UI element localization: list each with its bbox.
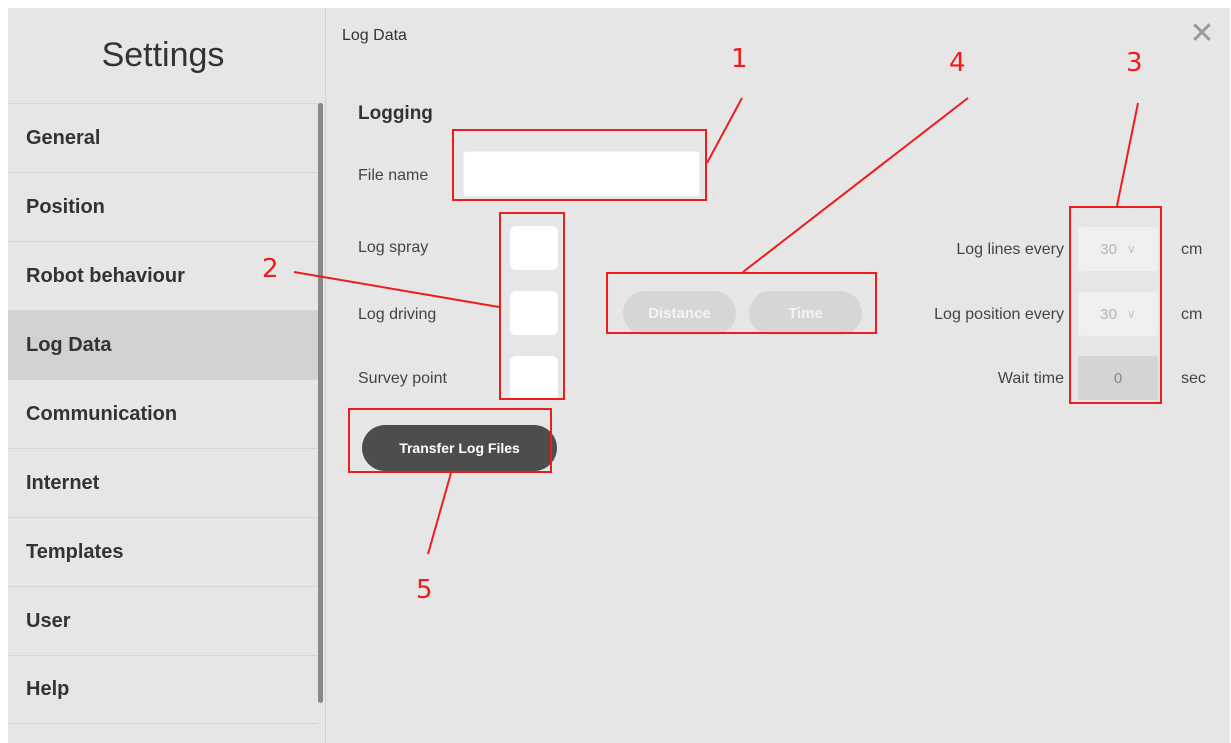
sidebar: Settings General Position Robot behaviou… — [8, 8, 326, 743]
settings-window: Settings General Position Robot behaviou… — [8, 8, 1230, 743]
sidebar-item-log-data[interactable]: Log Data — [8, 310, 318, 379]
annotation-box-1 — [452, 129, 707, 201]
annotation-number-5: 5 — [416, 575, 433, 605]
log-position-unit: cm — [1181, 306, 1203, 323]
annotation-box-3 — [1069, 206, 1162, 404]
sidebar-title: Settings — [101, 36, 225, 74]
file-name-label: File name — [358, 167, 429, 184]
sidebar-item-templates[interactable]: Templates — [8, 517, 318, 586]
survey-point-label: Survey point — [358, 370, 447, 387]
log-lines-every-label: Log lines every — [956, 241, 1064, 258]
annotation-number-4: 4 — [949, 48, 966, 78]
close-icon[interactable]: ✕ — [1188, 19, 1216, 49]
sidebar-item-help[interactable]: Help — [8, 655, 318, 724]
sidebar-scrollbar[interactable] — [318, 103, 323, 703]
annotation-number-1: 1 — [731, 44, 748, 74]
sidebar-item-communication[interactable]: Communication — [8, 379, 318, 448]
sidebar-item-internet[interactable]: Internet — [8, 448, 318, 517]
sidebar-item-user[interactable]: User — [8, 586, 318, 655]
wait-time-label: Wait time — [997, 370, 1064, 387]
annotation-box-4 — [606, 272, 877, 334]
wait-time-unit: sec — [1181, 370, 1206, 387]
breadcrumb: Log Data — [342, 27, 407, 44]
annotation-box-2 — [499, 212, 565, 400]
annotation-number-2: 2 — [262, 254, 279, 284]
section-title-logging: Logging — [358, 103, 433, 124]
log-spray-label: Log spray — [358, 239, 429, 256]
annotation-number-3: 3 — [1126, 48, 1143, 78]
sidebar-item-general[interactable]: General — [8, 103, 318, 172]
log-driving-label: Log driving — [358, 306, 437, 323]
sidebar-item-position[interactable]: Position — [8, 172, 318, 241]
sidebar-nav: General Position Robot behaviour Log Dat… — [8, 103, 318, 724]
log-lines-unit: cm — [1181, 241, 1203, 258]
annotation-box-5 — [348, 408, 552, 473]
